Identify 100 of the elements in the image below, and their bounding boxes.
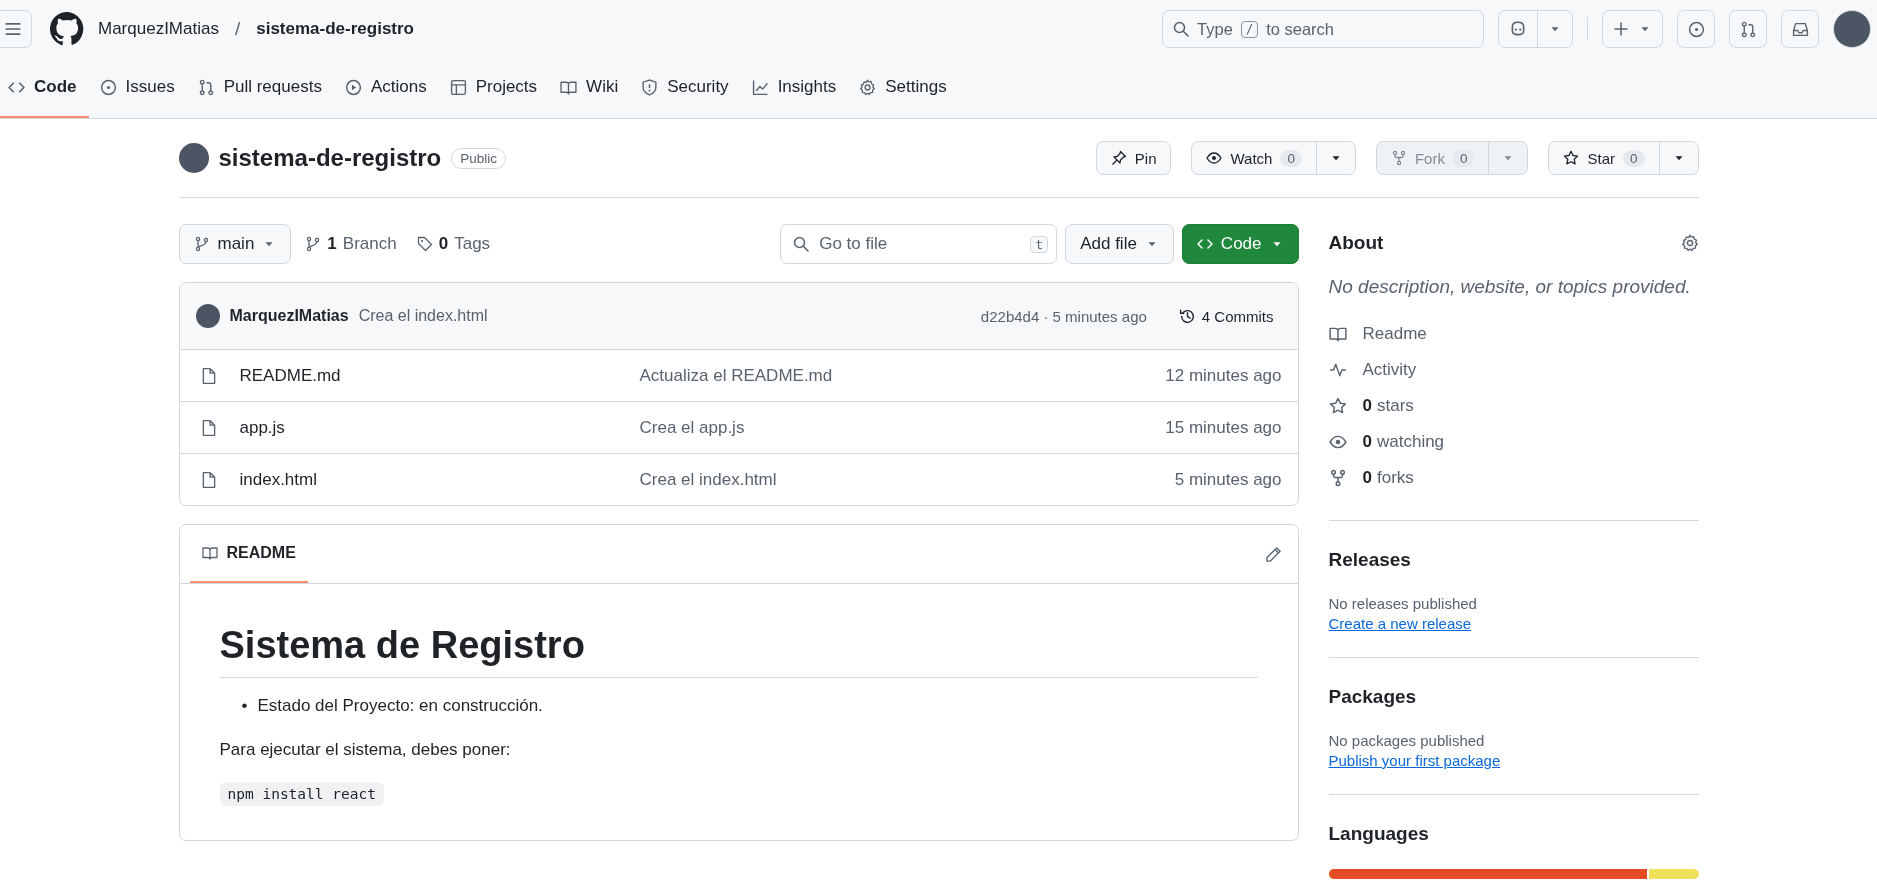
nav-tab[interactable]: Projects	[441, 58, 550, 118]
branch-icon	[193, 236, 210, 252]
menu-button[interactable]	[0, 10, 32, 48]
count-label: 0	[1452, 149, 1475, 167]
create-new-button[interactable]	[1602, 10, 1663, 48]
fork-icon	[1390, 150, 1407, 166]
settings-icon	[859, 78, 877, 96]
plus-icon	[1613, 21, 1630, 37]
readme-tab[interactable]: README	[189, 525, 308, 583]
search-icon	[1173, 21, 1190, 37]
star-icon	[1328, 397, 1347, 415]
pin-button[interactable]: Pin	[1095, 141, 1172, 175]
nav-tab[interactable]: Settings	[851, 58, 959, 118]
breadcrumb-separator: /	[234, 18, 241, 40]
commit-time: 15 minutes ago	[1165, 417, 1282, 438]
sidebar-link[interactable]: Activity	[1362, 360, 1417, 380]
sidebar-link[interactable]: Readme	[1362, 324, 1427, 344]
search-icon	[793, 236, 810, 252]
issues-button[interactable]	[1677, 10, 1715, 48]
commit-author[interactable]: MarquezIMatias	[229, 307, 349, 325]
nav-tab[interactable]: Security	[633, 58, 741, 118]
graph-icon	[751, 78, 769, 96]
github-logo-icon	[50, 12, 84, 46]
sidebar-link[interactable]: 0 forks	[1362, 468, 1414, 488]
section-title: Packages	[1328, 686, 1418, 708]
readme-paragraph: Para ejecutar el sistema, debes poner:	[219, 739, 512, 760]
pull-request-icon	[197, 78, 215, 96]
circle-dot-icon	[99, 78, 117, 96]
nav-tab[interactable]: Pull requests	[189, 58, 334, 118]
go-to-file-field[interactable]: Go to file t	[780, 224, 1058, 264]
bullet-item: Estado del Proyecto: en construcción.	[257, 695, 543, 717]
inbox-button[interactable]	[1781, 10, 1819, 48]
branch-select-button[interactable]: main	[178, 224, 292, 264]
play-icon	[344, 78, 362, 96]
section-title: Releases	[1328, 549, 1412, 571]
commit-time: 12 minutes ago	[1165, 365, 1282, 386]
commit-time: 5 minutes ago	[1174, 469, 1282, 490]
section-title: Languages	[1328, 823, 1430, 845]
section-title: About	[1328, 232, 1384, 254]
empty-state-text: No releases published	[1328, 595, 1478, 612]
menu-icon	[4, 20, 22, 38]
owner-link[interactable]: MarquezIMatias	[98, 19, 219, 39]
pencil-icon	[1264, 545, 1282, 563]
sidebar-link[interactable]: 0 watching	[1362, 432, 1445, 452]
bullet-marker: •	[241, 695, 248, 717]
readme-heading: Sistema de Registro	[219, 624, 1258, 678]
commits-link[interactable]: 4 Commits	[1170, 307, 1282, 325]
user-avatar[interactable]	[1833, 10, 1871, 48]
pull-requests-button[interactable]	[1729, 10, 1767, 48]
create-link[interactable]: Publish your first package	[1328, 752, 1501, 769]
repo-link[interactable]: sistema-de-registro	[256, 19, 414, 39]
code-button[interactable]: Code	[1181, 224, 1299, 264]
create-link[interactable]: Create a new release	[1328, 615, 1472, 632]
history-icon	[1178, 307, 1196, 325]
author-avatar	[195, 304, 220, 328]
branches-link[interactable]: 1 Branch	[299, 234, 403, 254]
file-name[interactable]: index.html	[239, 469, 640, 490]
empty-state-text: No packages published	[1328, 732, 1486, 749]
nav-tab[interactable]: Issues	[91, 58, 187, 118]
copilot-button[interactable]	[1498, 10, 1574, 48]
add-file-button[interactable]: Add file	[1065, 224, 1174, 264]
sidebar-link[interactable]: 0 stars	[1362, 396, 1414, 416]
commit-hash-time[interactable]: d22b4d4 · 5 minutes ago	[980, 307, 1147, 325]
book-icon	[1328, 325, 1347, 343]
tag-icon	[416, 236, 433, 252]
commit-message[interactable]: Actualiza el README.md	[639, 365, 1166, 386]
watch-button[interactable]: Watch 0	[1191, 141, 1356, 175]
circle-dot-icon	[1687, 20, 1705, 38]
commit-message[interactable]: Crea el app.js	[639, 417, 1166, 438]
pulse-icon	[1328, 361, 1347, 379]
nav-tab[interactable]: Code	[0, 58, 89, 118]
star-button[interactable]: Star 0	[1548, 141, 1699, 175]
table-icon	[449, 78, 467, 96]
nav-tab[interactable]: Insights	[743, 58, 849, 118]
settings-button[interactable]	[1680, 234, 1699, 252]
inbox-icon	[1791, 20, 1809, 38]
shield-icon	[641, 78, 659, 96]
file-name[interactable]: README.md	[239, 365, 640, 386]
fork-icon	[1328, 469, 1347, 487]
book-icon	[560, 78, 578, 96]
count-label: 0	[1623, 149, 1645, 167]
nav-tab[interactable]: Wiki	[552, 58, 631, 118]
eye-icon	[1328, 433, 1347, 451]
branch-icon	[305, 236, 322, 252]
repo-title[interactable]: sistema-de-registro	[218, 144, 442, 172]
code-snippet: npm install react	[219, 781, 384, 806]
settings-icon	[1680, 234, 1699, 252]
pull-request-icon	[1739, 20, 1757, 38]
book-icon	[201, 545, 218, 561]
eye-icon	[1206, 150, 1223, 166]
commit-message[interactable]: Crea el index.html	[358, 307, 488, 325]
tags-link[interactable]: 0 Tags	[410, 234, 497, 254]
about-description: No description, website, or topics provided.	[1328, 276, 1692, 298]
pin-icon	[1110, 150, 1127, 166]
count-label: 0	[1280, 149, 1302, 167]
commit-message[interactable]: Crea el index.html	[639, 469, 1175, 490]
repo-owner-avatar	[178, 143, 209, 173]
file-name[interactable]: app.js	[239, 417, 640, 438]
search-field[interactable]: Type / to search	[1162, 10, 1485, 48]
nav-tab[interactable]: Actions	[336, 58, 439, 118]
